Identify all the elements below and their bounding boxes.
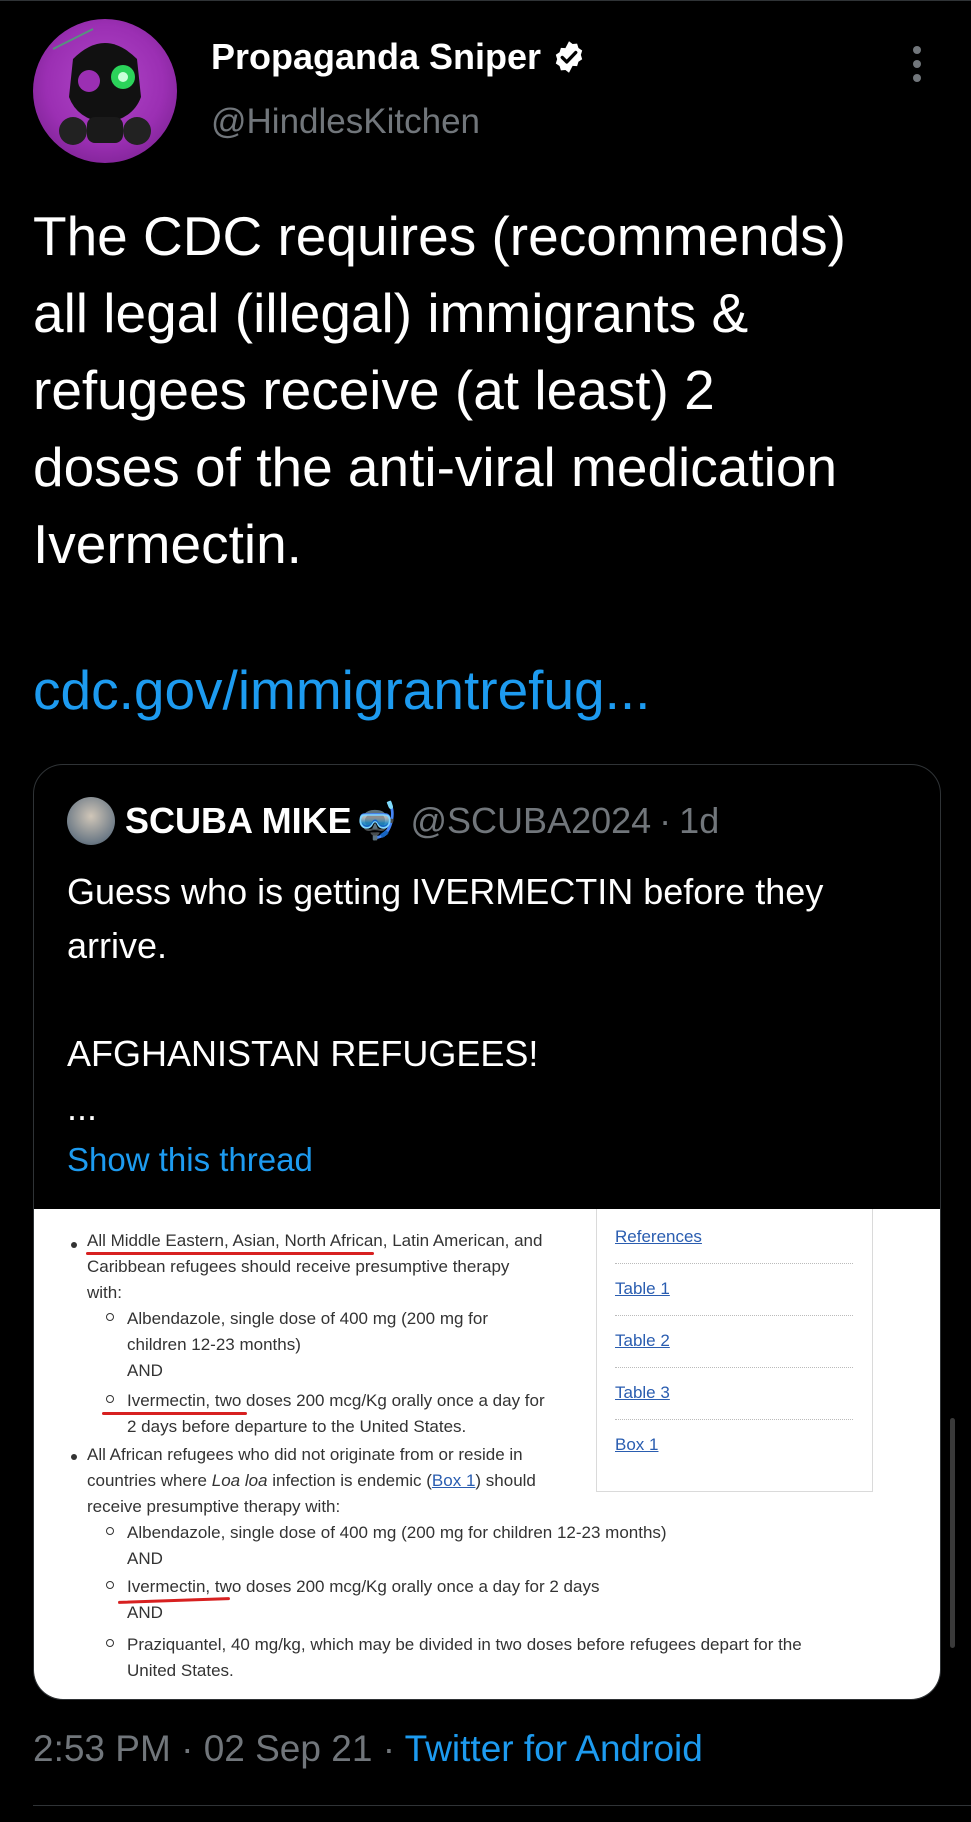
sidebar-link-table-1[interactable]: Table 1 [615,1279,670,1299]
header-separator: · [659,800,672,841]
quoted-tweet-age: 1d [679,800,720,841]
doc-line: Praziquantel, 40 mg/kg, which may be div… [127,1635,802,1654]
list-bullet-circle [106,1395,114,1403]
footer-separator: · [181,1728,194,1769]
red-underline [102,1412,247,1415]
tweet-time[interactable]: 2:53 PM [33,1728,171,1769]
doc-line: Caribbean refugees should receive presum… [87,1257,510,1276]
sidebar-link-box-1[interactable]: Box 1 [615,1435,658,1455]
tweet-date[interactable]: 02 Sep 21 [204,1728,373,1769]
verified-badge-icon [555,41,583,73]
doc-box-link[interactable]: Box 1 [432,1471,475,1490]
doc-line: United States. [127,1661,234,1680]
quoted-tweet-text: Guess who is getting IVERMECTIN before t… [67,871,824,1128]
doc-text: infection is endemic ( [267,1471,432,1490]
list-bullet [71,1242,77,1248]
doc-line: Ivermectin, two doses 200 mcg/Kg orally … [127,1391,545,1410]
red-underline [86,1252,374,1255]
doc-line: All African refugees who did not origina… [87,1445,523,1464]
doc-line: Albendazole, single dose of 400 mg (200 … [127,1309,489,1328]
doc-italic-text: Loa loa [211,1471,268,1490]
doc-text: ) should [475,1471,536,1490]
quoted-tweet-header: SCUBA MIKE 🤿 @SCUBA2024 · 1d [67,797,719,845]
quoted-author-avatar[interactable] [67,797,115,845]
doc-line: AND [127,1549,163,1568]
quoted-tweet[interactable]: SCUBA MIKE 🤿 @SCUBA2024 · 1d Guess who i… [33,764,941,1700]
scrollbar[interactable] [950,1418,955,1648]
tweet-link[interactable]: cdc.gov/immigrantrefug... [33,658,650,722]
tweet-text: The CDC requires (recommends) all legal … [33,205,846,575]
tweet-footer: 2:53 PM · 02 Sep 21 · Twitter for Androi… [33,1728,703,1770]
show-thread-link[interactable]: Show this thread [67,1141,313,1179]
sidebar-link-references[interactable]: References [615,1227,702,1247]
doc-line: 2 days before departure to the United St… [127,1417,467,1436]
doc-line: with: [87,1283,122,1302]
doc-line: children 12-23 months) [127,1335,301,1354]
tweet-source-link[interactable]: Twitter for Android [405,1728,703,1769]
list-bullet-circle [106,1639,114,1647]
sidebar-link-table-2[interactable]: Table 2 [615,1331,670,1351]
sidebar-link-table-3[interactable]: Table 3 [615,1383,670,1403]
quoted-tweet-image[interactable]: All Middle Eastern, Asian, North African… [34,1209,940,1699]
sidebar-divider [615,1367,853,1368]
doc-line: Ivermectin, two doses 200 mcg/Kg orally … [127,1577,600,1596]
sidebar-divider [615,1419,853,1420]
list-bullet-circle [106,1527,114,1535]
list-bullet [71,1454,77,1460]
doc-sidebar: References Table 1 Table 2 Table 3 Box 1 [596,1209,873,1492]
sidebar-divider [615,1263,853,1264]
doc-line: receive presumptive therapy with: [87,1497,341,1516]
author-handle[interactable]: @HindlesKitchen [211,102,480,142]
author-name-row[interactable]: Propaganda Sniper [211,36,587,78]
footer-separator: · [382,1728,396,1769]
sidebar-divider [615,1315,853,1316]
author-avatar[interactable] [33,19,177,163]
quoted-author-handle: @SCUBA2024 [410,800,652,841]
list-bullet-circle [106,1581,114,1589]
author-name[interactable]: Propaganda Sniper [211,36,541,78]
doc-line: AND [127,1361,163,1380]
doc-line: All Middle Eastern, Asian, North African… [87,1231,543,1250]
snorkel-icon: 🤿 [353,800,399,841]
doc-line: Albendazole, single dose of 400 mg (200 … [127,1523,667,1542]
bottom-divider [33,1805,971,1806]
quoted-author-name: SCUBA MIKE [125,800,352,841]
top-divider [0,0,971,1]
doc-line: AND [127,1603,163,1622]
doc-line: countries where Loa loa infection is end… [87,1471,536,1491]
list-bullet-circle [106,1313,114,1321]
doc-text: countries where [87,1471,212,1490]
skull-gasmask-icon [52,28,151,145]
more-options-icon[interactable] [905,44,929,84]
